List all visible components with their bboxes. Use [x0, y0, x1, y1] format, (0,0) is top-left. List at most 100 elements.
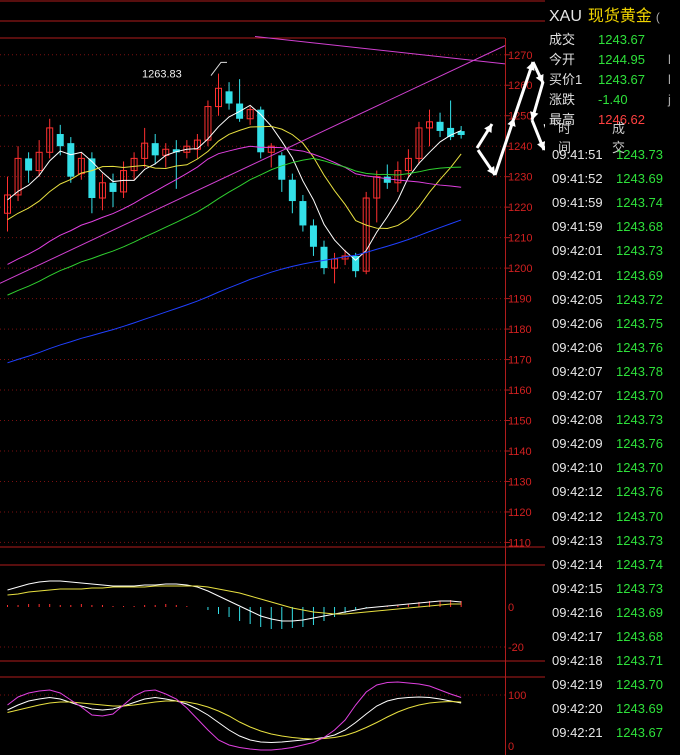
tick-row: 09:42:20 1243.69 — [552, 697, 663, 721]
macd-dif-line — [7, 580, 462, 622]
quote-label: 涨跌 — [549, 92, 576, 107]
tick-price: 1243.74 — [616, 556, 663, 572]
tick-price: 1243.76 — [616, 339, 663, 355]
tick-row: 09:42:21 1243.67 — [552, 721, 663, 745]
candle-body — [278, 155, 286, 180]
tick-row: 09:42:12 1243.70 — [552, 505, 663, 529]
price-tick-label: 1170 — [508, 355, 532, 367]
tick-price: 1243.73 — [616, 147, 663, 162]
tick-time: 09:42:10 — [552, 460, 603, 476]
tick-time: 09:42:01 — [552, 243, 603, 259]
instrument-header: XAU 现货黄金( — [549, 2, 660, 26]
quote-label: 今开 — [549, 52, 576, 67]
tick-price: 1243.76 — [616, 436, 663, 452]
quote-label: 最高 — [549, 112, 576, 127]
price-tick-label: 1210 — [508, 233, 532, 245]
tick-row: 09:42:07 1243.70 — [552, 384, 663, 408]
tick-row: 09:42:15 1243.73 — [552, 577, 663, 601]
tick-time: 09:42:07 — [552, 363, 603, 379]
candle-body — [257, 109, 265, 153]
tick-row: 09:42:08 1243.73 — [552, 408, 663, 432]
tick-time: 09:41:59 — [552, 219, 603, 235]
quote-value: 1243.67 — [598, 32, 645, 47]
tick-price: 1243.70 — [616, 388, 663, 403]
tick-time: 09:42:06 — [552, 339, 603, 355]
candle-body — [320, 246, 328, 269]
price-tick-label: 1190 — [508, 294, 532, 306]
tick-row: 09:42:13 1243.73 — [552, 529, 663, 553]
tick-time: 09:42:09 — [552, 436, 603, 452]
candle-body — [225, 91, 233, 104]
quote-row: 今开 1244.95 l — [549, 51, 671, 69]
tick-time: 09:42:01 — [552, 267, 603, 283]
tick-time: 09:42:06 — [552, 315, 603, 331]
tick-time: 09:42:05 — [552, 291, 603, 307]
tick-price: 1243.70 — [616, 460, 663, 476]
header-overflow: ( — [655, 10, 660, 24]
candle-body — [383, 176, 391, 183]
macd-dea-line — [7, 585, 462, 615]
tick-row: 09:42:17 1243.68 — [552, 625, 663, 649]
tick-price: 1243.69 — [616, 701, 663, 717]
tick-price: 1243.74 — [616, 195, 663, 211]
price-tick-label: 1230 — [508, 172, 532, 184]
quote-extra: j — [668, 92, 671, 107]
trend-line-falling — [254, 35, 506, 65]
trend-line-rising — [0, 45, 506, 284]
tick-row: 09:41:51 1243.73 — [552, 143, 663, 167]
macd-tick-label-0: 0 — [508, 602, 514, 614]
price-tick-label: 1120 — [508, 507, 532, 519]
quote-row: 买价1 1243.67 l — [549, 71, 671, 89]
tick-price: 1243.70 — [616, 508, 663, 524]
price-tick-label: 1110 — [508, 537, 531, 549]
tick-price: 1243.71 — [616, 653, 663, 669]
price-tick-label: 1130 — [508, 476, 532, 488]
symbol-code: XAU — [549, 8, 582, 25]
candle-body — [56, 134, 64, 147]
tick-price: 1243.73 — [616, 532, 663, 548]
high-annotation-label: 1263.83 — [142, 69, 182, 81]
tick-time: 09:42:12 — [552, 508, 603, 524]
candle-body — [299, 201, 307, 226]
tick-price: 1243.76 — [616, 484, 663, 500]
quote-value: 1243.67 — [598, 72, 645, 87]
candle-body — [109, 182, 117, 192]
quote-value: 1244.95 — [598, 52, 645, 67]
candlestick-chart[interactable]: 1270126012501240123012201210120011901180… — [0, 0, 545, 755]
quote-row: 涨跌 -1.40 j — [549, 91, 671, 109]
tick-price: 1243.73 — [616, 580, 663, 596]
ma10-line — [7, 125, 462, 229]
tick-time: 09:42:21 — [552, 725, 603, 741]
quote-panel: XAU 现货黄金( 成交 1243.67 今开 1244.95 l 买价1 1243.67 l 涨… — [546, 0, 680, 755]
candle-body — [288, 179, 296, 202]
price-tick-label: 1200 — [508, 263, 532, 275]
tick-row: 09:42:14 1243.74 — [552, 553, 663, 577]
tick-price: 1243.75 — [616, 315, 663, 331]
tick-row: 09:42:18 1243.71 — [552, 649, 663, 673]
tick-time: 09:41:52 — [552, 171, 603, 187]
tick-time: 09:42:15 — [552, 580, 603, 596]
quote-extra: l — [668, 52, 671, 67]
ma20-line — [7, 145, 462, 265]
tick-time: 09:42:16 — [552, 604, 603, 620]
quote-extra: l — [668, 72, 671, 87]
candle-body — [25, 158, 33, 171]
price-tick-label: 1260 — [508, 80, 532, 92]
tick-row: 09:42:01 1243.73 — [552, 239, 663, 263]
tick-price: 1243.73 — [616, 412, 663, 428]
tick-row: 09:42:06 1243.76 — [552, 336, 663, 360]
tick-time: 09:42:20 — [552, 701, 603, 717]
tick-row: 09:41:59 1243.74 — [552, 191, 663, 215]
tick-row: 09:42:09 1243.76 — [552, 432, 663, 456]
candle-body — [67, 143, 75, 177]
tick-time: 09:42:17 — [552, 629, 603, 644]
tick-time: 09:42:12 — [552, 484, 603, 500]
tick-row: 09:42:01 1243.69 — [552, 264, 663, 288]
quote-value: -1.40 — [598, 92, 628, 107]
tick-time: 09:42:07 — [552, 388, 603, 403]
tick-row: 09:42:12 1243.76 — [552, 480, 663, 504]
macd-tick-label-neg20: -20 — [508, 642, 524, 654]
candle-body — [309, 225, 317, 247]
kdj-tick-label-0: 0 — [508, 741, 514, 753]
tick-time: 09:41:51 — [552, 147, 603, 162]
